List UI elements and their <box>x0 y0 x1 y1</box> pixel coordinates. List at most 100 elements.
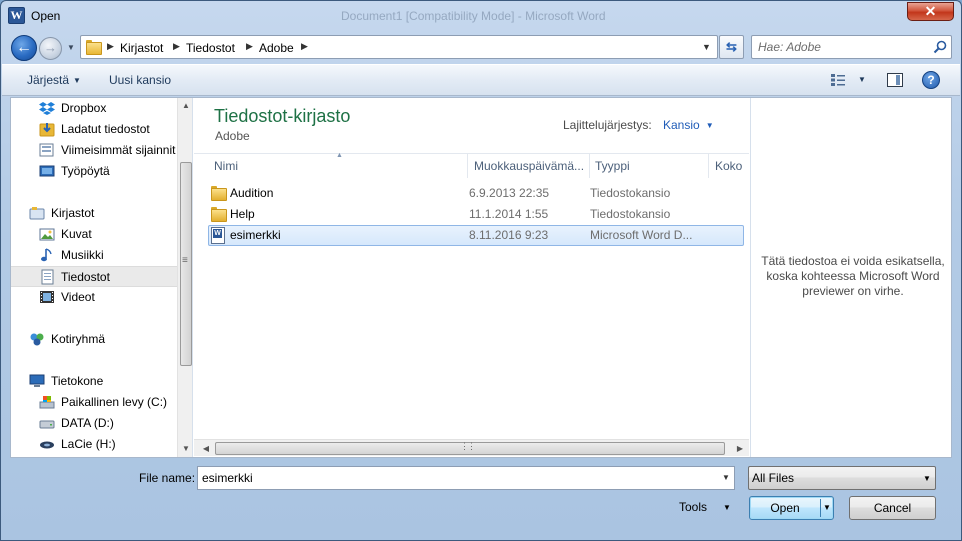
file-row-help[interactable]: Help 11.1.2014 1:55 Tiedostokansio <box>208 204 744 225</box>
column-divider[interactable] <box>589 154 590 178</box>
file-type: Microsoft Word D... <box>590 228 693 242</box>
preview-pane-toggle-icon[interactable] <box>887 73 903 87</box>
nav-item-documents[interactable]: Tiedostot <box>11 266 177 287</box>
folder-icon <box>86 40 102 55</box>
music-icon <box>41 248 52 262</box>
file-date: 6.9.2013 22:35 <box>469 186 550 200</box>
nav-item-pictures[interactable]: Kuvat <box>11 224 177 245</box>
nav-item-music[interactable]: Musiikki <box>11 245 177 266</box>
new-folder-button[interactable]: Uusi kansio <box>109 73 171 87</box>
nav-item-label: Musiikki <box>61 248 104 262</box>
title-bar: W Open Document1 [Compatibility Mode] - … <box>1 1 961 31</box>
file-name-input[interactable] <box>202 471 702 485</box>
nav-item-drive-c[interactable]: Paikallinen levy (C:) <box>11 392 177 413</box>
nav-item-drive-d[interactable]: DATA (D:) <box>11 413 177 434</box>
breadcrumb-tiedostot[interactable]: Tiedostot <box>186 41 235 55</box>
open-options-dropdown[interactable]: ▼ <box>823 503 831 512</box>
scroll-down-icon[interactable]: ▼ <box>178 441 192 457</box>
tools-button[interactable]: Tools <box>679 500 707 514</box>
folder-icon <box>210 186 227 201</box>
column-size[interactable]: Koko <box>715 154 749 178</box>
file-name-label: File name: <box>139 471 196 485</box>
nav-item-label: Työpöytä <box>61 164 110 178</box>
breadcrumb-separator-icon[interactable]: ▶ <box>107 41 114 52</box>
cancel-button[interactable]: Cancel <box>849 496 936 520</box>
nav-item-homegroup[interactable]: Kotiryhmä <box>11 329 177 350</box>
search-icon[interactable] <box>933 40 947 54</box>
chevron-down-icon[interactable]: ▼ <box>722 473 730 482</box>
nav-item-drive-h[interactable]: LaCie (H:) <box>11 434 177 455</box>
file-row-esimerkki[interactable]: esimerkki 8.11.2016 9:23 Microsoft Word … <box>208 225 744 246</box>
file-name: esimerkki <box>230 228 281 242</box>
column-divider[interactable] <box>467 154 468 178</box>
nav-item-videos[interactable]: Videot <box>11 287 177 308</box>
refresh-button[interactable]: ⇆ <box>719 35 744 59</box>
pictures-icon <box>39 228 55 241</box>
view-options-dropdown[interactable]: ▼ <box>858 75 866 84</box>
breadcrumb-separator-icon[interactable]: ▶ <box>301 41 308 52</box>
nav-item-label: Tiedostot <box>61 270 110 284</box>
nav-item-libraries[interactable]: Kirjastot <box>11 203 177 224</box>
close-button[interactable]: ✕ <box>907 2 954 21</box>
nav-item-computer[interactable]: Tietokone <box>11 371 177 392</box>
downloads-icon <box>39 123 55 137</box>
breadcrumb-kirjastot[interactable]: Kirjastot <box>120 41 163 55</box>
search-input[interactable] <box>758 40 928 54</box>
refresh-icon: ⇆ <box>726 39 737 54</box>
file-date: 11.1.2014 1:55 <box>469 207 549 221</box>
nav-item-dropbox[interactable]: Dropbox <box>11 98 177 119</box>
file-type-value: All Files <box>752 471 795 485</box>
nav-item-label: Kuvat <box>61 227 92 241</box>
address-history-dropdown[interactable]: ▼ <box>702 42 711 52</box>
word-app-icon: W <box>8 7 25 24</box>
column-name[interactable]: Nimi <box>214 154 466 178</box>
recent-places-icon <box>39 143 54 157</box>
forward-arrow-icon: → <box>44 40 57 55</box>
external-drive-icon <box>40 441 54 449</box>
breadcrumb-separator-icon[interactable]: ▶ <box>173 41 180 52</box>
nav-item-desktop[interactable]: Työpöytä <box>11 161 177 182</box>
file-row-audition[interactable]: Audition 6.9.2013 22:35 Tiedostokansio <box>208 183 744 204</box>
nav-item-label: Kirjastot <box>51 206 95 220</box>
scrollbar-thumb[interactable] <box>180 162 192 366</box>
chevron-down-icon[interactable]: ▼ <box>723 503 731 512</box>
breadcrumb-separator-icon[interactable]: ▶ <box>246 41 253 52</box>
help-button[interactable]: ? <box>922 71 940 89</box>
open-button[interactable]: Open ▼ <box>749 496 834 520</box>
column-divider[interactable] <box>708 154 709 178</box>
preview-pane: Tätä tiedostoa ei voida esikatsella, kos… <box>750 98 951 457</box>
breadcrumb-adobe[interactable]: Adobe <box>259 41 294 55</box>
help-icon: ? <box>927 73 935 87</box>
nav-item-label: Dropbox <box>61 101 107 115</box>
nav-item-label: Paikallinen levy (C:) <box>61 395 168 409</box>
column-date-modified[interactable]: Muokkauspäivämä... <box>474 154 589 178</box>
word-document-icon <box>211 227 225 244</box>
search-box[interactable] <box>751 35 952 59</box>
videos-icon <box>40 291 54 303</box>
back-button[interactable]: ← <box>11 35 37 61</box>
column-header: ▲ Nimi Muokkauspäivämä... Tyyppi Koko <box>194 152 749 178</box>
chevron-down-icon: ▼ <box>73 76 81 85</box>
drive-icon <box>39 420 55 429</box>
file-name-combobox[interactable]: ▼ <box>197 466 735 490</box>
nav-item-downloads[interactable]: Ladatut tiedostot <box>11 119 177 140</box>
file-list-pane: Tiedostot-kirjasto Adobe Lajittelujärjes… <box>194 98 749 457</box>
file-list-horizontal-scrollbar[interactable]: ◀ ▶ <box>194 439 749 456</box>
nav-item-label: Viimeisimmät sijainnit <box>61 143 176 157</box>
scroll-up-icon[interactable]: ▲ <box>178 98 192 114</box>
organize-button[interactable]: Järjestä ▼ <box>27 73 81 87</box>
file-date: 8.11.2016 9:23 <box>469 228 549 242</box>
file-type-select[interactable]: All Files ▼ <box>748 466 936 490</box>
forward-button[interactable]: → <box>39 37 62 60</box>
recent-pages-dropdown[interactable]: ▼ <box>67 43 75 52</box>
nav-pane-scrollbar[interactable]: ▲ ▼ <box>177 98 192 457</box>
scroll-left-icon[interactable]: ◀ <box>198 440 214 457</box>
scrollbar-thumb[interactable] <box>215 441 725 455</box>
scroll-right-icon[interactable]: ▶ <box>732 440 748 457</box>
nav-item-recent-places[interactable]: Viimeisimmät sijainnit <box>11 140 177 161</box>
column-type[interactable]: Tyyppi <box>595 154 707 178</box>
arrange-by-dropdown[interactable]: Kansio ▼ <box>663 118 714 132</box>
change-view-icon[interactable] <box>830 73 846 87</box>
libraries-icon <box>29 207 45 220</box>
address-bar[interactable]: ▶ Kirjastot ▶ Tiedostot ▶ Adobe ▶ ▼ <box>80 35 718 59</box>
